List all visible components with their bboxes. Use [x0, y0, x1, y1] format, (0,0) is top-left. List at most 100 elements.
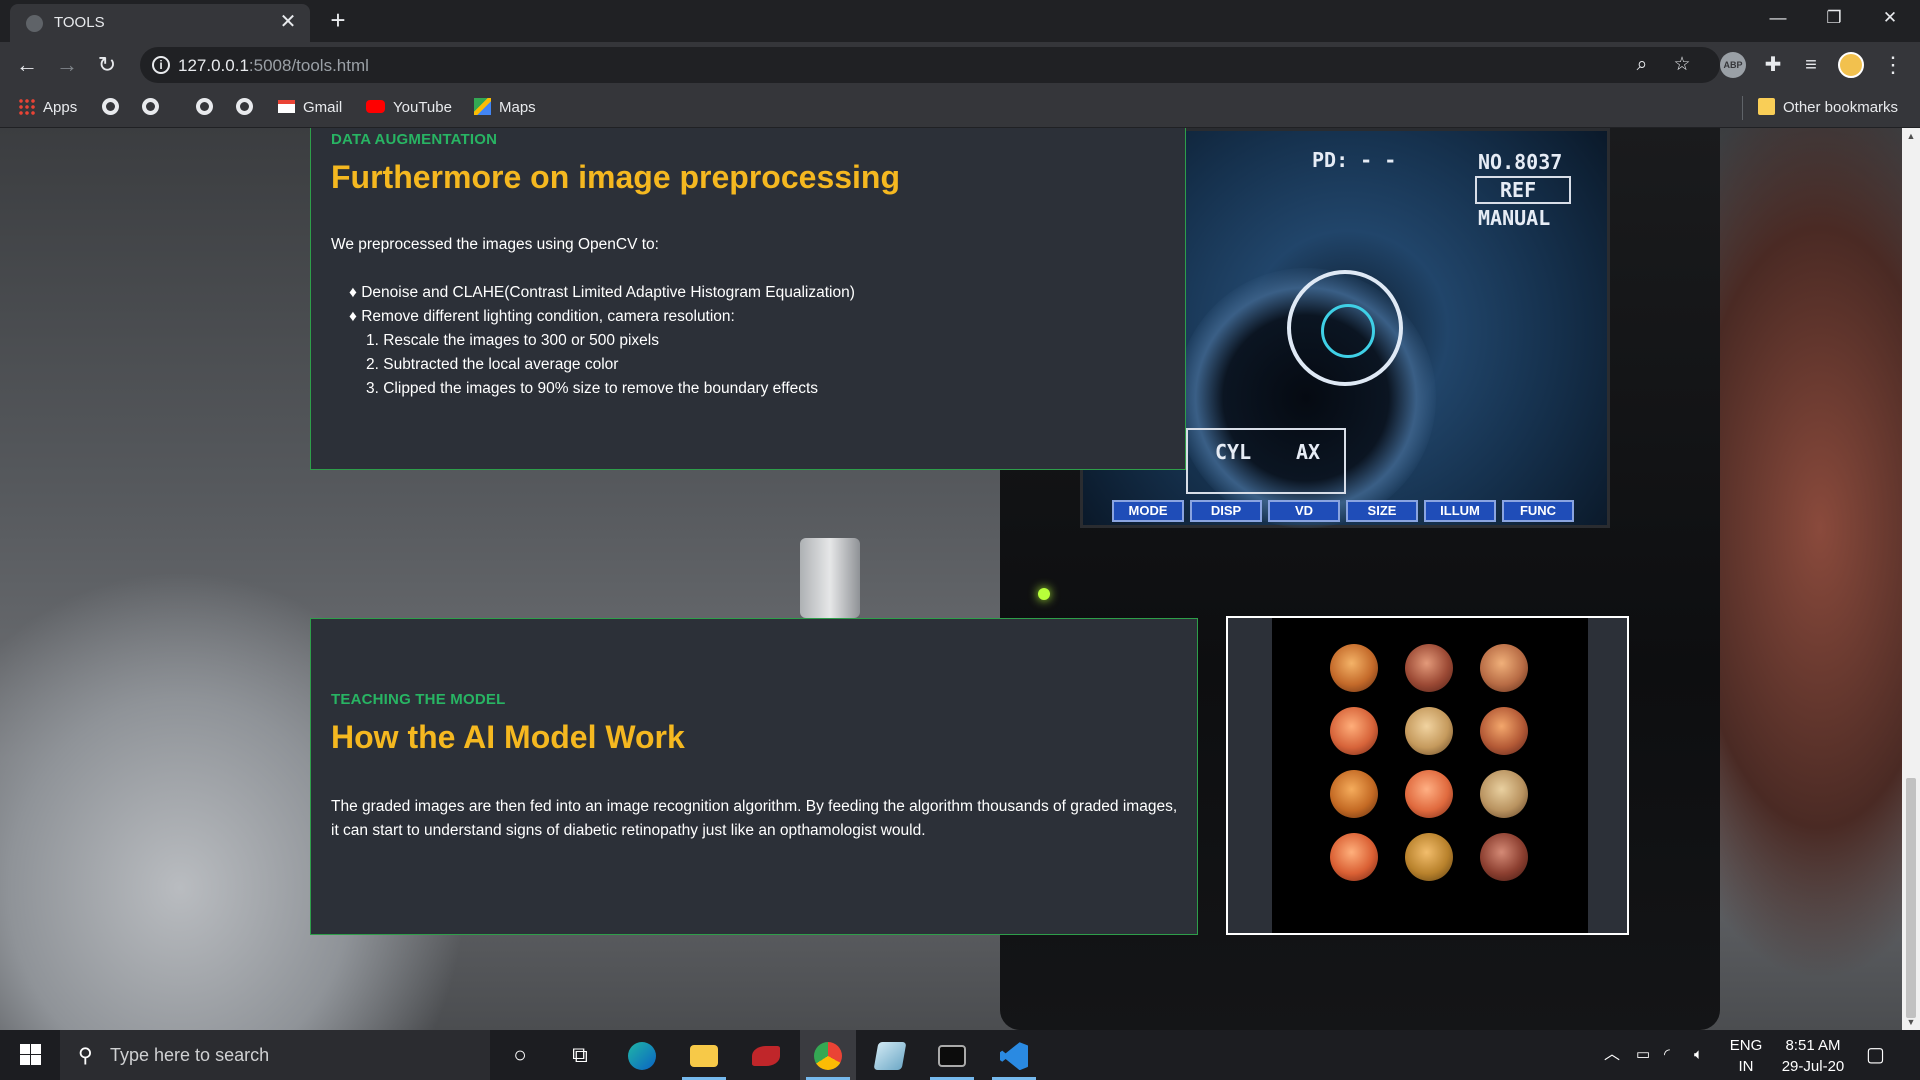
window-close-button[interactable]: ✕	[1862, 0, 1918, 36]
chrome-menu-icon[interactable]: ⋮	[1878, 50, 1908, 80]
globe-icon	[142, 98, 159, 115]
screen-number-text: NO.8037	[1478, 150, 1563, 174]
windows-taskbar: ⚲ Type here to search ○ ⧉ ︿ ▭ ◜ 🔈︎ ENG I…	[0, 1030, 1920, 1080]
address-bar[interactable]: i 127.0.0.1:5008/tools.html ⌕ ☆	[140, 47, 1720, 83]
notification-center-icon[interactable]: ▢	[1866, 1030, 1885, 1080]
start-button[interactable]	[0, 1030, 60, 1080]
screen-button-mode: MODE	[1112, 500, 1184, 522]
retina-image-10	[1330, 833, 1378, 881]
model-card: TEACHING THE MODEL How the AI Model Work…	[310, 618, 1198, 935]
vscode-icon[interactable]	[986, 1030, 1042, 1080]
scroll-down-arrow-icon[interactable]: ▼	[1902, 1014, 1920, 1030]
screen-ref-text: REF	[1500, 178, 1537, 202]
media-queue-icon[interactable]: ≡	[1798, 52, 1824, 78]
page-viewport: PD: - - NO.8037 REF MANUAL CYL AX MODE D…	[0, 128, 1920, 1030]
bookmark-globe-3[interactable]	[196, 98, 213, 118]
edge-browser-icon[interactable]	[614, 1030, 670, 1080]
url-text[interactable]: 127.0.0.1:5008/tools.html	[178, 56, 369, 76]
bookmark-apps[interactable]: Apps	[18, 98, 77, 118]
site-info-icon[interactable]: i	[152, 56, 170, 74]
gmail-icon	[278, 100, 295, 113]
augmentation-eyebrow: DATA AUGMENTATION	[331, 131, 498, 148]
screen-pd-text: PD: - -	[1312, 148, 1397, 172]
search-icon: ⚲	[78, 1045, 93, 1067]
retina-image-2	[1405, 644, 1453, 692]
screen-cyl-ax-box	[1186, 428, 1346, 494]
augmentation-card: DATA AUGMENTATION Furthermore on image p…	[310, 128, 1186, 470]
retina-gallery-canvas	[1272, 618, 1588, 933]
bookmark-globe-2[interactable]	[142, 98, 159, 118]
retina-image-12	[1480, 833, 1528, 881]
apps-grid-icon	[18, 98, 35, 115]
taskbar-search-placeholder: Type here to search	[110, 1045, 270, 1065]
browser-toolbar: ← → ↻ i 127.0.0.1:5008/tools.html ⌕ ☆ AB…	[0, 42, 1920, 88]
retina-image-6	[1480, 707, 1528, 755]
model-title: How the AI Model Work	[331, 719, 685, 755]
screen-cyl-text: CYL	[1215, 440, 1252, 464]
browser-tab-strip: TOOLS ✕ + — ❐ ✕	[0, 0, 1920, 42]
bookmark-globe-4[interactable]	[236, 98, 253, 118]
reload-icon[interactable]: ↻	[92, 50, 122, 80]
profile-avatar[interactable]	[1838, 52, 1864, 78]
background-device-led	[1038, 588, 1050, 600]
bookmark-other[interactable]: Other bookmarks	[1758, 98, 1898, 118]
retina-image-11	[1405, 833, 1453, 881]
augmentation-title: Furthermore on image preprocessing	[331, 159, 901, 195]
notes-app-icon[interactable]	[862, 1030, 918, 1080]
terminal-icon[interactable]	[924, 1030, 980, 1080]
language-indicator[interactable]: ENG IN	[1726, 1035, 1766, 1077]
task-view-icon[interactable]: ⧉	[552, 1030, 608, 1080]
retina-image-7	[1330, 770, 1378, 818]
augmentation-bullet-lighting: ♦ Remove different lighting condition, c…	[349, 308, 735, 325]
chrome-taskbar-icon[interactable]	[800, 1030, 856, 1080]
taskbar-clock[interactable]: 8:51 AM 29-Jul-20	[1768, 1035, 1858, 1077]
windows-logo-icon	[20, 1044, 30, 1054]
augmentation-bullet-denoise: ♦ Denoise and CLAHE(Contrast Limited Ada…	[349, 284, 855, 301]
bookmark-youtube[interactable]: YouTube	[366, 98, 452, 118]
retina-image-4	[1330, 707, 1378, 755]
folder-icon	[1758, 98, 1775, 115]
tray-chevron-icon[interactable]: ︿	[1604, 1030, 1620, 1080]
retina-image-8	[1405, 770, 1453, 818]
bookmark-maps[interactable]: Maps	[474, 98, 536, 118]
screen-button-func: FUNC	[1502, 500, 1574, 522]
clock-time: 8:51 AM	[1785, 1037, 1841, 1054]
globe-icon	[236, 98, 253, 115]
retina-image-3	[1480, 644, 1528, 692]
zoom-icon[interactable]: ⌕	[1630, 53, 1654, 77]
bookmark-gmail[interactable]: Gmail	[278, 98, 342, 118]
file-explorer-icon[interactable]	[676, 1030, 732, 1080]
bookmark-star-icon[interactable]: ☆	[1670, 53, 1694, 77]
forward-arrow-icon[interactable]: →	[52, 50, 82, 80]
screen-button-disp: DISP	[1190, 500, 1262, 522]
red-app-icon[interactable]	[738, 1030, 794, 1080]
bookmarks-divider	[1742, 96, 1743, 120]
battery-icon[interactable]: ▭	[1636, 1030, 1650, 1080]
back-arrow-icon[interactable]: ←	[12, 50, 42, 80]
restore-button[interactable]: ❐	[1806, 0, 1862, 36]
scrollbar-thumb[interactable]	[1906, 778, 1916, 1018]
screen-button-size: SIZE	[1346, 500, 1418, 522]
screen-manual-text: MANUAL	[1478, 206, 1551, 230]
retina-gallery-image	[1226, 616, 1629, 935]
new-tab-button[interactable]: +	[324, 6, 352, 34]
wifi-icon[interactable]: ◜	[1664, 1030, 1670, 1080]
model-eyebrow: TEACHING THE MODEL	[331, 691, 506, 708]
bookmark-globe-1[interactable]	[102, 98, 119, 118]
cortana-circle-icon[interactable]: ○	[492, 1030, 548, 1080]
extensions-puzzle-icon[interactable]: ✚	[1760, 52, 1786, 78]
globe-icon	[102, 98, 119, 115]
minimize-button[interactable]: —	[1750, 0, 1806, 36]
tab-close-icon[interactable]: ✕	[276, 10, 300, 34]
taskbar-search-box[interactable]: ⚲ Type here to search	[60, 1030, 490, 1080]
screen-ax-text: AX	[1296, 440, 1321, 464]
background-device-knob	[800, 538, 860, 618]
volume-icon[interactable]: 🔈︎	[1694, 1030, 1703, 1080]
adblock-extension-icon[interactable]: ABP	[1720, 52, 1746, 78]
page-scrollbar[interactable]: ▲ ▼	[1902, 128, 1920, 1030]
maps-icon	[474, 98, 491, 115]
scroll-up-arrow-icon[interactable]: ▲	[1902, 128, 1920, 144]
augmentation-intro: We preprocessed the images using OpenCV …	[331, 236, 659, 253]
tab-tools[interactable]: TOOLS ✕	[10, 4, 310, 42]
augmentation-step-subtract: 2. Subtracted the local average color	[366, 356, 619, 373]
